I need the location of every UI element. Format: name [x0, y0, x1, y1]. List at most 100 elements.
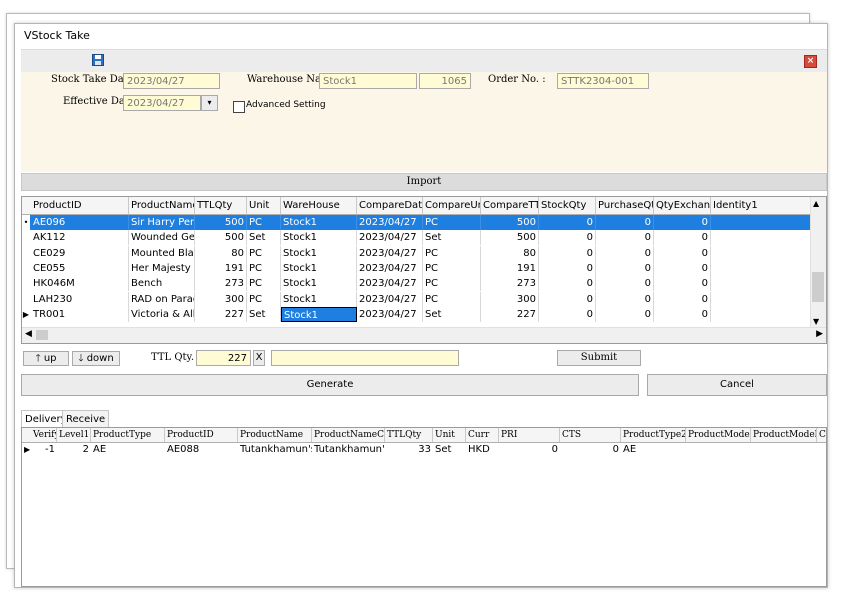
cell-wh[interactable]: Stock1 — [281, 230, 357, 246]
cell-cttl[interactable]: 273 — [481, 276, 539, 292]
scroll-thumb[interactable] — [812, 272, 824, 302]
column-header-ttlqty[interactable]: TTLQty — [195, 197, 247, 214]
table-row[interactable]: ▶TR001Victoria & Albe227SetStock12023/04… — [22, 306, 811, 322]
cell-name[interactable]: Her Majesty Q — [129, 260, 195, 276]
table-row[interactable]: •AE096Sir Harry Perry500PCStock12023/04/… — [22, 215, 811, 230]
cell-id[interactable]: AK112 — [31, 230, 129, 246]
cell-c[interactable] — [817, 443, 826, 457]
cell-qex[interactable]: 0 — [654, 245, 711, 261]
cell-unit[interactable]: PC — [247, 291, 281, 307]
cell-cunit[interactable]: PC — [423, 260, 481, 276]
cell-purch[interactable]: 0 — [596, 260, 654, 276]
column-header-productmodel2[interactable]: ProductModel2 — [751, 428, 817, 442]
cell-id[interactable]: CE055 — [31, 260, 129, 276]
ttl-qty-field[interactable]: 227 — [196, 350, 251, 366]
save-icon[interactable] — [92, 54, 104, 66]
column-header-productname[interactable]: ProductName — [129, 197, 195, 214]
cell-stock[interactable]: 0 — [539, 276, 596, 292]
column-header-identity1[interactable]: Identity1 — [711, 197, 811, 214]
close-icon[interactable]: × — [804, 55, 817, 68]
column-header-verify[interactable]: Verify — [31, 428, 57, 442]
cell-cttl[interactable]: 500 — [481, 215, 539, 230]
scroll-up-icon[interactable]: ▲ — [813, 199, 819, 208]
cell-ttl[interactable]: 273 — [195, 276, 247, 292]
cell-qex[interactable]: 0 — [654, 260, 711, 276]
cell-pid[interactable]: AE088 — [165, 443, 238, 457]
cell-purch[interactable]: 0 — [596, 245, 654, 261]
table-row[interactable]: HK046M Bench 273 PC Stock1 2023/04/27 PC 273 0 0 0 — [22, 276, 811, 292]
column-header-productid[interactable]: ProductID — [165, 428, 238, 442]
down-button[interactable]: 🡓 down — [72, 351, 120, 366]
column-header-compareunit[interactable]: CompareUnit — [423, 197, 481, 214]
cell-cunit[interactable]: Set — [423, 230, 481, 246]
cell-wh[interactable]: Stock1 — [281, 260, 357, 276]
column-header-stockqty[interactable]: StockQty — [539, 197, 596, 214]
cell-cunit[interactable]: PC — [423, 215, 481, 230]
cell-cunit[interactable]: PC — [423, 276, 481, 292]
cell-wh[interactable]: Stock1 — [281, 306, 357, 322]
column-header-qtyexchange[interactable]: QtyExchange — [654, 197, 711, 214]
vertical-scrollbar[interactable]: ▲ ▼ — [810, 197, 826, 328]
column-header-productnamecn[interactable]: ProductNameCN — [312, 428, 385, 442]
cell-identity[interactable] — [711, 230, 811, 246]
table-row[interactable]: CE029Mounted Black80PCStock12023/04/27PC… — [22, 245, 811, 261]
cell-name[interactable]: Bench — [129, 276, 195, 292]
cell-stock[interactable]: 0 — [539, 230, 596, 246]
cell-pnamecn[interactable]: Tutankhamun's — [312, 443, 385, 457]
table-row[interactable]: CE055 Her Majesty Q 191 PC Stock1 2023/04/27 P… — [22, 260, 811, 276]
column-header-producttype2[interactable]: ProductType2 — [621, 428, 686, 442]
cell-cdate[interactable]: 2023/04/27 — [357, 215, 423, 230]
cell-curr[interactable]: HKD — [466, 443, 499, 457]
cell-qex[interactable]: 0 — [654, 230, 711, 246]
scroll-right-icon[interactable]: ▶ — [816, 329, 823, 339]
column-header-productid[interactable]: ProductID — [31, 197, 129, 214]
column-header-cts[interactable]: CTS — [560, 428, 621, 442]
cell-unit[interactable]: PC — [247, 215, 281, 230]
cell-identity[interactable] — [711, 276, 811, 292]
cell-id[interactable]: TR001 — [31, 306, 129, 322]
column-header-comparedate[interactable]: CompareDate — [357, 197, 423, 214]
cell-qex[interactable]: 0 — [654, 215, 711, 230]
cell-wh[interactable]: Stock1 — [281, 215, 357, 230]
cell-cdate[interactable]: 2023/04/27 — [357, 276, 423, 292]
cell-cdate[interactable]: 2023/04/27 — [357, 306, 423, 322]
cell-unit[interactable]: Set — [247, 230, 281, 246]
cell-cunit[interactable]: PC — [423, 291, 481, 307]
cell-ttl[interactable]: 80 — [195, 245, 247, 261]
cell-identity[interactable] — [711, 260, 811, 276]
generate-button[interactable]: Generate — [21, 374, 639, 396]
table-row[interactable]: AK112 Wounded Ger 500 Set Stock1 2023/04/27 Se… — [22, 230, 811, 246]
column-header-curr[interactable]: Curr — [466, 428, 499, 442]
cell-cttl[interactable]: 191 — [481, 260, 539, 276]
cell-unit[interactable]: Set — [433, 443, 466, 457]
cell-ttl[interactable]: 191 — [195, 260, 247, 276]
cell-stock[interactable]: 0 — [539, 215, 596, 230]
cell-name[interactable]: Sir Harry Perry — [129, 215, 195, 230]
cell-id[interactable]: HK046M — [31, 276, 129, 292]
cell-stock[interactable]: 0 — [539, 291, 596, 307]
clear-button[interactable]: X — [253, 350, 265, 366]
tab-receive[interactable]: Receive — [62, 410, 110, 427]
cell-ttl[interactable]: 500 — [195, 230, 247, 246]
cell-purch[interactable]: 0 — [596, 306, 654, 322]
column-header-warehouse[interactable]: WareHouse — [281, 197, 357, 214]
cell-identity[interactable] — [711, 291, 811, 307]
cell-identity[interactable] — [711, 306, 811, 322]
cancel-button[interactable]: Cancel — [647, 374, 827, 396]
cell-cttl[interactable]: 300 — [481, 291, 539, 307]
column-header-level1[interactable]: Level1 — [57, 428, 91, 442]
cell-cttl[interactable]: 80 — [481, 245, 539, 261]
cell-ptype[interactable]: AE — [91, 443, 165, 457]
scroll-down-icon[interactable]: ▼ — [813, 317, 819, 326]
cell-purch[interactable]: 0 — [596, 215, 654, 230]
effective-date-field[interactable]: 2023/04/27 — [123, 95, 201, 111]
column-header-productname[interactable]: ProductName — [238, 428, 312, 442]
cell-purch[interactable]: 0 — [596, 291, 654, 307]
cell-cdate[interactable]: 2023/04/27 — [357, 230, 423, 246]
table-row[interactable]: LAH230RAD on Parade300PCStock12023/04/27… — [22, 291, 811, 307]
import-button[interactable]: Import — [21, 173, 827, 191]
cell-name[interactable]: Victoria & Albe — [129, 306, 195, 322]
cell-id[interactable]: LAH230 — [31, 291, 129, 307]
cell-cttl[interactable]: 500 — [481, 230, 539, 246]
cell-pm1[interactable] — [686, 443, 751, 457]
